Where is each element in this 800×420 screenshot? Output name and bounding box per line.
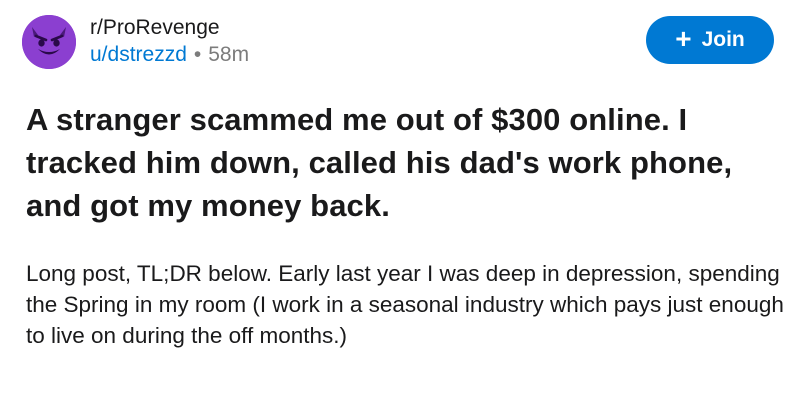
join-button-label: Join bbox=[701, 28, 745, 51]
post-body: Long post, TL;DR below. Early last year … bbox=[26, 261, 784, 348]
post-card: r/ProRevenge u/dstrezzd • 58m + Join A s… bbox=[0, 0, 800, 420]
post-age: 58m bbox=[208, 43, 250, 66]
plus-icon: + bbox=[675, 23, 692, 54]
username-link[interactable]: u/dstrezzd bbox=[90, 41, 187, 69]
subreddit-avatar[interactable] bbox=[22, 15, 76, 69]
post-title[interactable]: A stranger scammed me out of $300 online… bbox=[26, 98, 766, 227]
user-line: u/dstrezzd • 58m bbox=[90, 41, 249, 69]
post-header: r/ProRevenge u/dstrezzd • 58m bbox=[22, 12, 249, 72]
devil-face-icon bbox=[22, 15, 76, 69]
join-button[interactable]: + Join bbox=[646, 16, 774, 64]
post-meta: r/ProRevenge u/dstrezzd • 58m bbox=[90, 15, 249, 69]
meta-separator: • bbox=[193, 43, 202, 66]
subreddit-name[interactable]: r/ProRevenge bbox=[90, 15, 249, 41]
